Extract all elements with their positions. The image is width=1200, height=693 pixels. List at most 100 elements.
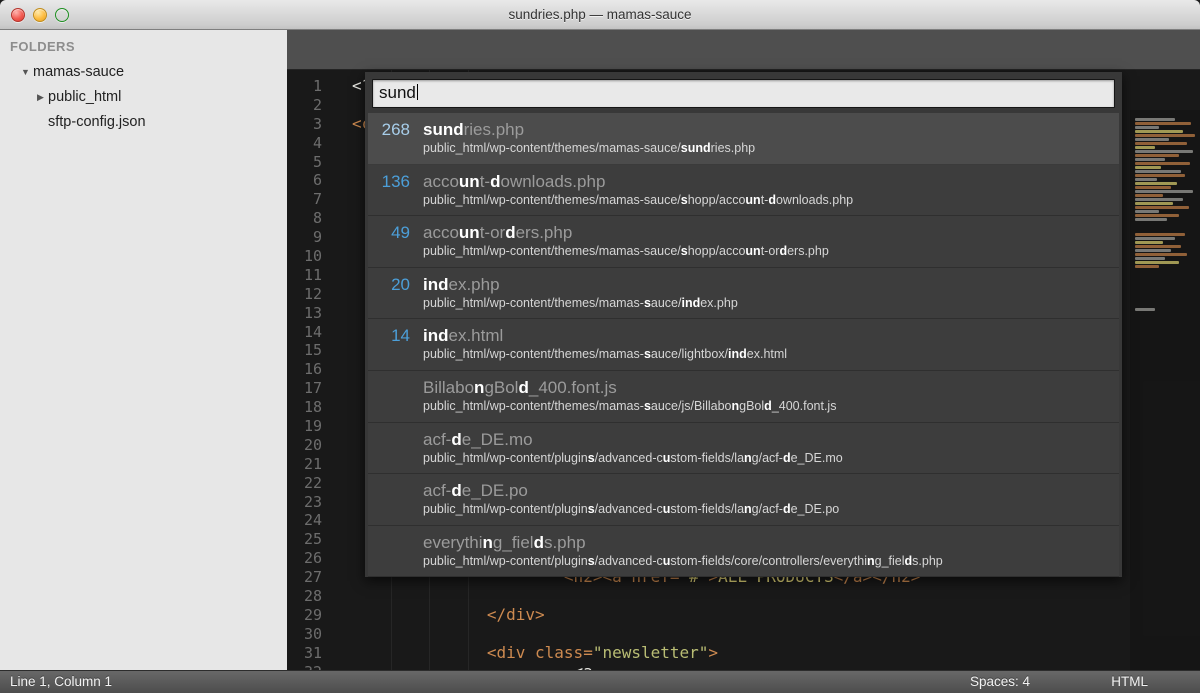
result-filename: acf-de_DE.po [423,480,839,501]
line-number: 32 [287,663,322,670]
line-number: 6 [287,171,322,190]
goto-anything-panel: sund 268sundries.phppublic_html/wp-conte… [365,72,1122,577]
result-filename: BillabongBold_400.font.js [423,377,836,398]
result-filename: index.php [423,274,738,295]
line-number: 29 [287,606,322,625]
line-number: 19 [287,417,322,436]
code-line: <div class="newsletter"> [352,644,1200,663]
result-filename: everything_fields.php [423,532,943,553]
line-number: 28 [287,587,322,606]
line-number: 14 [287,323,322,342]
sidebar-item-public_html[interactable]: ▶public_html [0,85,287,110]
tab-bar [287,30,1200,70]
minimap-code-line [1135,245,1181,248]
goto-result-row[interactable]: 20index.phppublic_html/wp-content/themes… [368,268,1119,320]
minimap-code-line [1135,237,1175,240]
line-number: 16 [287,360,322,379]
line-number: 2 [287,96,322,115]
match-score: 49 [368,222,423,267]
result-text: index.phppublic_html/wp-content/themes/m… [423,274,738,319]
match-score: 20 [368,274,423,319]
line-number: 10 [287,247,322,266]
minimap-code-line [1135,166,1161,169]
line-number: 23 [287,493,322,512]
minimap-code-line [1135,249,1171,252]
minimap-code-line [1135,154,1179,157]
minimap-code-line [1135,182,1177,185]
line-number: 30 [287,625,322,644]
disclosure-collapsed-icon[interactable]: ▶ [33,85,48,110]
line-number: 21 [287,455,322,474]
result-filepath: public_html/wp-content/themes/mamas-sauc… [423,295,738,311]
goto-result-row[interactable]: everything_fields.phppublic_html/wp-cont… [368,526,1119,578]
line-number: 25 [287,530,322,549]
goto-search-input[interactable]: sund [372,79,1115,108]
match-score: 14 [368,325,423,370]
minimap-code-line [1135,253,1187,256]
result-text: account-downloads.phppublic_html/wp-cont… [423,171,853,216]
minimap[interactable] [1130,110,1200,670]
goto-result-row[interactable]: 49account-orders.phppublic_html/wp-conte… [368,216,1119,268]
result-text: acf-de_DE.mopublic_html/wp-content/plugi… [423,429,843,474]
goto-results-list: 268sundries.phppublic_html/wp-content/th… [368,113,1119,577]
result-filepath: public_html/wp-content/plugins/advanced-… [423,553,943,569]
window-title: sundries.php — mamas-sauce [0,0,1200,30]
minimap-code-line [1135,178,1157,181]
goto-result-row[interactable]: 268sundries.phppublic_html/wp-content/th… [368,113,1119,165]
line-number: 24 [287,511,322,530]
result-filepath: public_html/wp-content/themes/mamas-sauc… [423,192,853,208]
result-text: acf-de_DE.popublic_html/wp-content/plugi… [423,480,839,525]
result-filepath: public_html/wp-content/plugins/advanced-… [423,501,839,517]
title-bar[interactable]: sundries.php — mamas-sauce [0,0,1200,30]
minimap-code-line [1135,122,1191,125]
folders-header: FOLDERS [0,30,287,60]
minimap-code-line [1135,170,1181,173]
sidebar-item-sftp-config.json[interactable]: sftp-config.json [0,110,287,135]
minimap-code-line [1135,142,1187,145]
result-filepath: public_html/wp-content/themes/mamas-sauc… [423,346,787,362]
minimap-code-line [1135,150,1193,153]
minimap-code-line [1135,138,1169,141]
minimap-code-line [1135,146,1155,149]
minimap-code-line [1135,214,1179,217]
goto-query-text: sund [379,83,416,102]
minimap-code-line [1135,210,1159,213]
app-window: sundries.php — mamas-sauce FOLDERS ▼mama… [0,0,1200,693]
line-number: 3 [287,115,322,134]
minimap-code-line [1135,194,1163,197]
line-number-gutter: 1234567891011121314151617181920212223242… [287,70,352,670]
indent-setting[interactable]: Spaces: 4 [970,671,1030,693]
line-number: 11 [287,266,322,285]
line-number: 5 [287,153,322,172]
syntax-mode[interactable]: HTML [1111,671,1148,693]
code-token: > [708,643,718,662]
sidebar-item-label: sftp-config.json [48,110,146,135]
goto-result-row[interactable]: BillabongBold_400.font.jspublic_html/wp-… [368,371,1119,423]
match-score [368,480,423,525]
line-number: 31 [287,644,322,663]
result-filename: index.html [423,325,787,346]
minimap-code-line [1135,126,1159,129]
disclosure-expanded-icon[interactable]: ▼ [18,60,33,85]
editor-pane[interactable]: 1234567891011121314151617181920212223242… [287,30,1200,670]
line-number: 22 [287,474,322,493]
code-token: <a [574,662,593,670]
line-number: 9 [287,228,322,247]
result-filename: sundries.php [423,119,755,140]
minimap-code-line [1135,261,1179,264]
minimap-code-line [1135,206,1189,209]
goto-result-row[interactable]: acf-de_DE.mopublic_html/wp-content/plugi… [368,423,1119,475]
sidebar-item-label: mamas-sauce [33,60,124,85]
goto-result-row[interactable]: 14index.htmlpublic_html/wp-content/theme… [368,319,1119,371]
match-score [368,377,423,422]
goto-result-row[interactable]: acf-de_DE.popublic_html/wp-content/plugi… [368,474,1119,526]
result-text: sundries.phppublic_html/wp-content/theme… [423,119,755,164]
line-number: 17 [287,379,322,398]
sidebar-item-mamas-sauce[interactable]: ▼mamas-sauce [0,60,287,85]
minimap-code-line [1135,174,1185,177]
line-number: 4 [287,134,322,153]
goto-result-row[interactable]: 136account-downloads.phppublic_html/wp-c… [368,165,1119,217]
result-filename: acf-de_DE.mo [423,429,843,450]
code-token: "newsletter" [593,643,709,662]
line-number: 18 [287,398,322,417]
